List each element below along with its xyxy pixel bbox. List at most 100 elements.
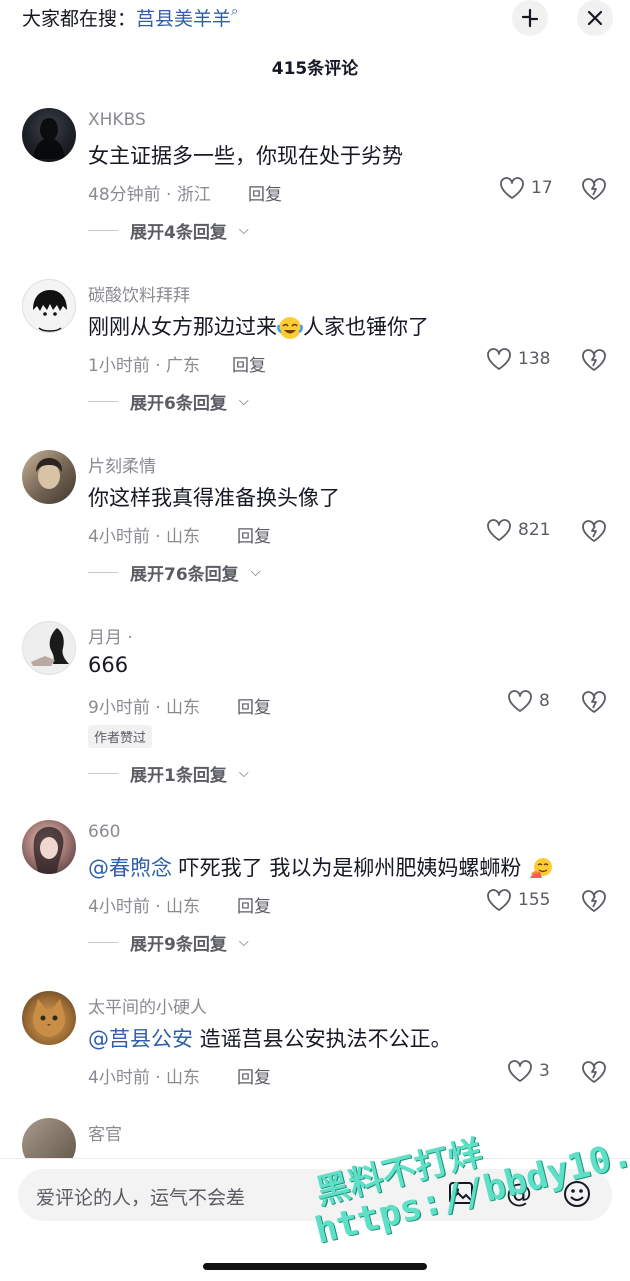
avatar[interactable] — [22, 1118, 76, 1158]
comment-text-part: 造谣莒县公安执法不公正。 — [193, 1027, 452, 1051]
divider — [88, 230, 118, 231]
heart-icon — [508, 690, 532, 712]
heart-icon — [487, 348, 511, 370]
like-count: 138 — [518, 349, 551, 369]
reply-button[interactable]: 回复 — [237, 522, 271, 547]
expand-replies-button[interactable]: 展开4条回复 ⌵ — [88, 218, 249, 243]
dislike-icon[interactable] — [581, 176, 607, 202]
reply-button[interactable]: 回复 — [248, 180, 282, 205]
minimize-button[interactable] — [512, 0, 548, 36]
search-prefix: 大家都在搜： — [22, 8, 137, 30]
reply-button[interactable]: 回复 — [237, 892, 271, 917]
like-button[interactable]: 17 — [499, 176, 553, 200]
username[interactable]: XHKBS — [88, 110, 146, 130]
heart-icon — [487, 519, 511, 541]
avatar[interactable] — [22, 621, 76, 675]
search-icon: ⌕ — [231, 4, 239, 19]
divider — [88, 572, 118, 573]
search-keyword[interactable]: 莒县美羊羊 — [136, 8, 231, 30]
heart-icon — [508, 1060, 532, 1082]
username[interactable]: 月月 · — [88, 623, 133, 648]
expand-label: 展开4条回复 — [130, 223, 227, 243]
dislike-icon[interactable] — [581, 888, 607, 914]
avatar[interactable] — [22, 279, 76, 333]
expand-label: 展开6条回复 — [130, 394, 227, 414]
like-button[interactable]: 155 — [486, 888, 550, 912]
expand-label: 展开1条回复 — [130, 766, 227, 786]
chevron-down-icon: ⌵ — [238, 935, 249, 950]
laughing-crying-emoji — [277, 317, 303, 339]
divider — [88, 773, 118, 774]
chevron-down-icon: ⌵ — [238, 394, 249, 409]
close-button[interactable] — [577, 0, 613, 36]
comment-text: 女主证据多一些，你现在处于劣势 — [88, 144, 403, 168]
username[interactable]: 660 — [88, 822, 120, 842]
reply-button[interactable]: 回复 — [237, 1063, 271, 1088]
comment-item: 月月 · 666 9小时前 · 山东 回复 8 作者赞过 展开1条回复 ⌵ — [0, 621, 630, 786]
comment-item: 碳酸饮料拜拜 刚刚从女方那边过来 人家也锤你了 1小时前 · 广东 回复 138 … — [0, 279, 630, 439]
author-liked-badge: 作者赞过 — [88, 725, 153, 748]
yum-emoji — [530, 858, 553, 878]
chevron-down-icon: ⌵ — [238, 223, 249, 238]
expand-label: 展开76条回复 — [130, 565, 239, 585]
minimize-icon — [521, 8, 539, 28]
home-indicator[interactable] — [203, 1263, 427, 1270]
comment-input-placeholder: 爱评论的人，运气不会差 — [36, 1187, 246, 1209]
expand-label: 展开9条回复 — [130, 935, 227, 955]
username[interactable]: 片刻柔情 — [88, 452, 156, 477]
reply-button[interactable]: 回复 — [232, 351, 266, 376]
like-button[interactable]: 138 — [486, 347, 550, 371]
comment-meta: 9小时前 · 山东 — [88, 698, 201, 718]
like-count: 155 — [518, 890, 551, 910]
avatar[interactable] — [22, 108, 76, 162]
comment-text: 666 — [88, 653, 129, 677]
reply-button[interactable]: 回复 — [237, 693, 271, 718]
like-count: 17 — [531, 178, 553, 198]
comment-meta: 1小时前 · 广东 — [88, 356, 201, 376]
comment-item: XHKBS 女主证据多一些，你现在处于劣势 48分钟前 · 浙江 回复 17 展… — [0, 108, 630, 268]
comment-item: 片刻柔情 你这样我真得准备换头像了 4小时前 · 山东 回复 821 展开76条… — [0, 450, 630, 610]
comment-text-part: 刚刚从女方那边过来 — [88, 315, 277, 339]
comment-meta: 4小时前 · 山东 — [88, 527, 201, 547]
avatar[interactable] — [22, 820, 76, 874]
dislike-icon[interactable] — [581, 1059, 607, 1085]
avatar[interactable] — [22, 991, 76, 1045]
search-suggestion[interactable]: 大家都在搜：莒县美羊羊⌕ — [22, 4, 238, 31]
like-button[interactable]: 821 — [486, 518, 550, 542]
comment-meta: 4小时前 · 山东 — [88, 1068, 201, 1088]
heart-icon — [500, 177, 524, 199]
dislike-icon[interactable] — [581, 518, 607, 544]
expand-replies-button[interactable]: 展开1条回复 ⌵ — [88, 761, 249, 786]
comment-text-part: 吓死我了 我以为是柳州肥姨妈螺蛳粉 — [172, 856, 522, 880]
like-button[interactable]: 3 — [507, 1059, 550, 1083]
like-count: 3 — [539, 1061, 550, 1081]
comment-meta: 4小时前 · 山东 — [88, 897, 201, 917]
expand-replies-button[interactable]: 展开6条回复 ⌵ — [88, 389, 249, 414]
close-icon — [587, 10, 603, 26]
comment-item: 660 @春煦念 吓死我了 我以为是柳州肥姨妈螺蛳粉 4小时前 · 山东 回复 … — [0, 820, 630, 980]
expand-replies-button[interactable]: 展开76条回复 ⌵ — [88, 560, 261, 585]
like-button[interactable]: 8 — [507, 689, 550, 713]
mention-link[interactable]: @春煦念 — [88, 856, 172, 880]
comment-text: @春煦念 吓死我了 我以为是柳州肥姨妈螺蛳粉 — [88, 852, 554, 882]
comment-text: 刚刚从女方那边过来 人家也锤你了 — [88, 311, 429, 341]
chevron-down-icon: ⌵ — [238, 766, 249, 781]
divider — [88, 942, 118, 943]
comment-meta: 48分钟前 · 浙江 — [88, 185, 211, 205]
comment-text: @莒县公安 造谣莒县公安执法不公正。 — [88, 1023, 452, 1053]
comments-count-title: 415条评论 — [271, 59, 359, 79]
mention-link[interactable]: @莒县公安 — [88, 1027, 193, 1051]
username[interactable]: 太平间的小硬人 — [88, 993, 207, 1018]
avatar[interactable] — [22, 450, 76, 504]
dislike-icon[interactable] — [581, 689, 607, 715]
dislike-icon[interactable] — [581, 347, 607, 373]
username[interactable]: 客官 — [88, 1120, 122, 1145]
heart-icon — [487, 889, 511, 911]
like-count: 821 — [518, 520, 551, 540]
like-count: 8 — [539, 691, 550, 711]
username[interactable]: 碳酸饮料拜拜 — [88, 281, 190, 306]
chevron-down-icon: ⌵ — [250, 565, 261, 580]
expand-replies-button[interactable]: 展开9条回复 ⌵ — [88, 930, 249, 955]
divider — [88, 401, 118, 402]
comment-text-part: 人家也锤你了 — [303, 315, 429, 339]
